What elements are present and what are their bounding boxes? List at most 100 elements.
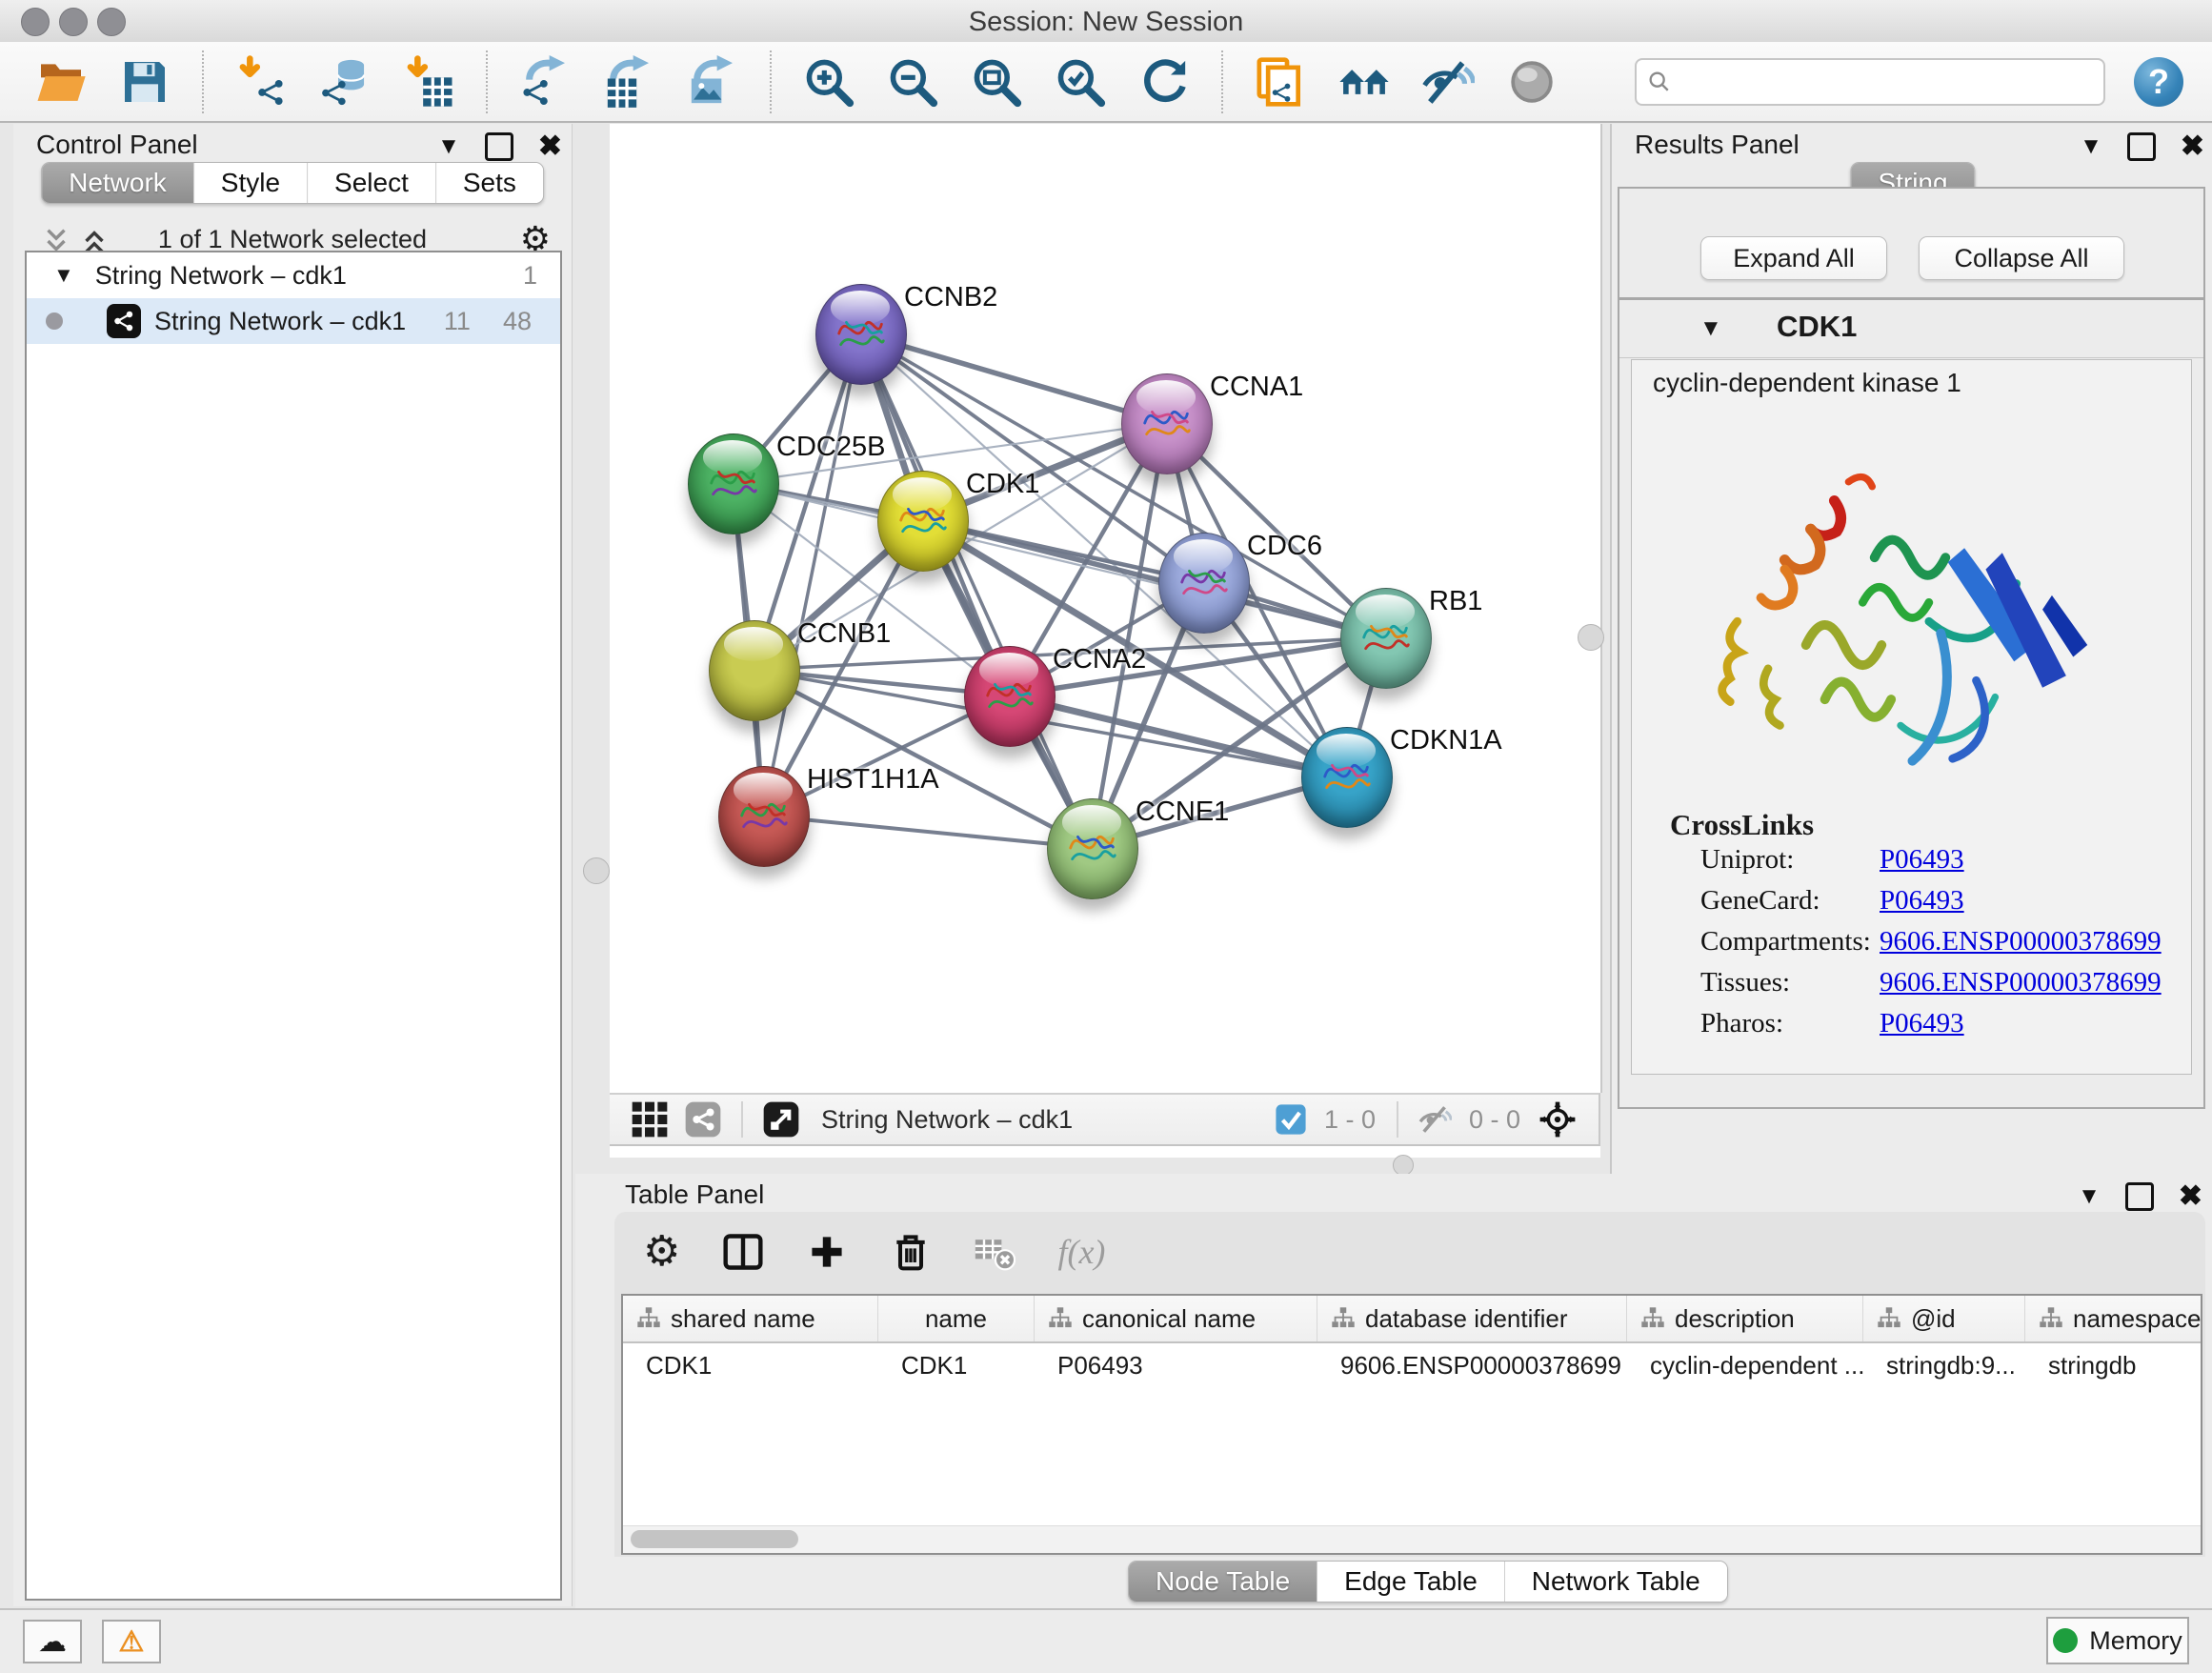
tab-network-table[interactable]: Network Table bbox=[1504, 1562, 1727, 1602]
status-bar: ☁ ⚠ Memory bbox=[0, 1608, 2212, 1673]
column-header-description[interactable]: description bbox=[1627, 1296, 1863, 1341]
panel-close-icon[interactable]: ✖ bbox=[2179, 1179, 2202, 1213]
panel-menu-icon[interactable]: ▼ bbox=[2078, 1183, 2101, 1210]
import-network-from-database-button[interactable] bbox=[315, 52, 374, 111]
network-node-ccne1[interactable] bbox=[1047, 798, 1138, 899]
tab-select[interactable]: Select bbox=[307, 163, 435, 203]
network-node-cdc25b[interactable] bbox=[688, 433, 779, 534]
zoom-in-button[interactable] bbox=[799, 52, 858, 111]
table-cell[interactable]: stringdb:9... bbox=[1863, 1351, 2025, 1381]
table-cell[interactable]: CDK1 bbox=[623, 1351, 878, 1381]
network-node-cdc6[interactable] bbox=[1158, 533, 1250, 634]
tab-node-table[interactable]: Node Table bbox=[1129, 1562, 1317, 1602]
protein-details: cyclin-dependent kinase 1 bbox=[1631, 359, 2192, 1075]
home-networks-button[interactable] bbox=[1335, 52, 1394, 111]
table-cell[interactable]: stringdb bbox=[2025, 1351, 2202, 1381]
open-session-button[interactable] bbox=[31, 52, 90, 111]
save-session-button[interactable] bbox=[115, 52, 174, 111]
table-options-gear-icon[interactable]: ⚙ bbox=[643, 1231, 680, 1273]
export-image-button[interactable] bbox=[683, 52, 742, 111]
warnings-button[interactable]: ⚠ bbox=[102, 1620, 161, 1663]
column-header-canonical-name[interactable]: canonical name bbox=[1035, 1296, 1317, 1341]
crosslink-link[interactable]: P06493 bbox=[1880, 1008, 1964, 1049]
panel-close-icon[interactable]: ✖ bbox=[538, 130, 562, 163]
tab-edge-table[interactable]: Edge Table bbox=[1317, 1562, 1504, 1602]
network-node-cdkn1a[interactable] bbox=[1301, 727, 1393, 828]
string-doc-icon bbox=[1254, 55, 1307, 109]
collapse-all-button[interactable]: Collapse All bbox=[1919, 236, 2124, 280]
column-header-shared-name[interactable]: shared name bbox=[623, 1296, 878, 1341]
tree-expander-icon[interactable]: ▼ bbox=[53, 263, 74, 288]
zoom-selected-button[interactable] bbox=[1051, 52, 1110, 111]
right-splitter-handle[interactable] bbox=[1578, 624, 1604, 651]
left-splitter-handle[interactable] bbox=[583, 857, 610, 884]
network-node-cdk1[interactable] bbox=[877, 471, 969, 572]
network-node-rb1[interactable] bbox=[1340, 588, 1432, 689]
function-builder-icon[interactable]: f(x) bbox=[1057, 1232, 1105, 1272]
cloud-status-button[interactable]: ☁ bbox=[23, 1620, 82, 1663]
panel-float-icon[interactable] bbox=[2127, 132, 2156, 161]
network-node-ccnb2[interactable] bbox=[815, 284, 907, 385]
tab-style[interactable]: Style bbox=[193, 163, 307, 203]
panel-float-icon[interactable] bbox=[2125, 1182, 2154, 1211]
network-node-ccna1[interactable] bbox=[1121, 373, 1213, 474]
redraw-network-button[interactable] bbox=[1135, 52, 1194, 111]
column-header-database-identifier[interactable]: database identifier bbox=[1317, 1296, 1627, 1341]
zoom-out-button[interactable] bbox=[883, 52, 942, 111]
node-label-ccnb1: CCNB1 bbox=[797, 618, 891, 650]
show-columns-icon[interactable] bbox=[722, 1231, 764, 1273]
network-row[interactable]: String Network – cdk1 11 48 bbox=[27, 298, 560, 344]
search-input[interactable] bbox=[1673, 66, 2094, 97]
expand-all-button[interactable]: Expand All bbox=[1700, 236, 1887, 280]
network-node-ccna2[interactable] bbox=[964, 646, 1056, 747]
table-cell[interactable]: cyclin-dependent ... bbox=[1627, 1351, 1863, 1381]
horizontal-splitter-handle[interactable] bbox=[1393, 1155, 1414, 1176]
panel-close-icon[interactable]: ✖ bbox=[2181, 130, 2204, 163]
results-scroll-area: ▼ CDK1 cyclin-dependent kinase 1 bbox=[1618, 298, 2205, 1109]
crosslink-link[interactable]: 9606.ENSP00000378699 bbox=[1880, 926, 2162, 967]
table-cell[interactable]: 9606.ENSP00000378699 bbox=[1317, 1351, 1627, 1381]
help-button[interactable]: ? bbox=[2134, 57, 2183, 107]
export-table-button[interactable] bbox=[599, 52, 658, 111]
column-header-name[interactable]: name bbox=[878, 1296, 1035, 1341]
network-view-mode-icon[interactable] bbox=[684, 1100, 722, 1139]
table-cell[interactable]: CDK1 bbox=[878, 1351, 1035, 1381]
protein-section-header[interactable]: ▼ CDK1 bbox=[1619, 300, 2203, 358]
birds-eye-view-icon[interactable] bbox=[762, 1100, 800, 1139]
column-header-namespace[interactable]: namespace bbox=[2025, 1296, 2202, 1341]
network-canvas[interactable]: CCNB2CCNA1CDC25BCDK1CDC6RB1CCNB1CCNA2CDK… bbox=[610, 124, 1600, 1093]
level-of-detail-button[interactable] bbox=[1502, 52, 1561, 111]
create-column-plus-icon[interactable] bbox=[806, 1231, 848, 1273]
table-row[interactable]: CDK1CDK1P064939606.ENSP00000378699cyclin… bbox=[623, 1343, 2201, 1387]
import-table-button[interactable] bbox=[399, 52, 458, 111]
column-header-id[interactable]: @id bbox=[1863, 1296, 2025, 1341]
table-cell[interactable]: P06493 bbox=[1035, 1351, 1317, 1381]
network-collection-row[interactable]: ▼ String Network – cdk1 1 bbox=[27, 252, 560, 298]
column-header-label: namespace bbox=[2073, 1304, 2201, 1334]
grid-view-icon[interactable] bbox=[631, 1100, 669, 1139]
scrollbar-thumb[interactable] bbox=[631, 1530, 798, 1548]
string-app-button[interactable] bbox=[1251, 52, 1310, 111]
tab-network[interactable]: Network bbox=[42, 163, 193, 203]
panel-menu-icon[interactable]: ▼ bbox=[2080, 133, 2102, 160]
node-label-cdkn1a: CDKN1A bbox=[1390, 725, 1502, 756]
panel-float-icon[interactable] bbox=[485, 132, 513, 161]
import-network-from-file-button[interactable] bbox=[231, 52, 291, 111]
selected-checkbox-icon[interactable] bbox=[1275, 1103, 1307, 1136]
crosslink-row: Uniprot:P06493 bbox=[1700, 844, 2172, 885]
crosslink-link[interactable]: P06493 bbox=[1880, 885, 1964, 926]
fit-selected-crosshair-icon[interactable] bbox=[1538, 1099, 1578, 1139]
network-node-hist1h1a[interactable] bbox=[718, 766, 810, 867]
hide-graphics-details-button[interactable] bbox=[1418, 52, 1478, 111]
tab-sets[interactable]: Sets bbox=[435, 163, 543, 203]
export-network-button[interactable] bbox=[515, 52, 574, 111]
delete-table-icon[interactable] bbox=[974, 1231, 1016, 1273]
panel-menu-icon[interactable]: ▼ bbox=[437, 133, 460, 160]
crosslink-link[interactable]: P06493 bbox=[1880, 844, 1964, 885]
delete-column-trash-icon[interactable] bbox=[890, 1231, 932, 1273]
crosslink-link[interactable]: 9606.ENSP00000378699 bbox=[1880, 967, 2162, 1008]
section-expander-icon[interactable]: ▼ bbox=[1699, 315, 1722, 342]
zoom-fit-button[interactable] bbox=[967, 52, 1026, 111]
memory-button[interactable]: Memory bbox=[2046, 1617, 2189, 1664]
network-node-ccnb1[interactable] bbox=[709, 620, 800, 721]
